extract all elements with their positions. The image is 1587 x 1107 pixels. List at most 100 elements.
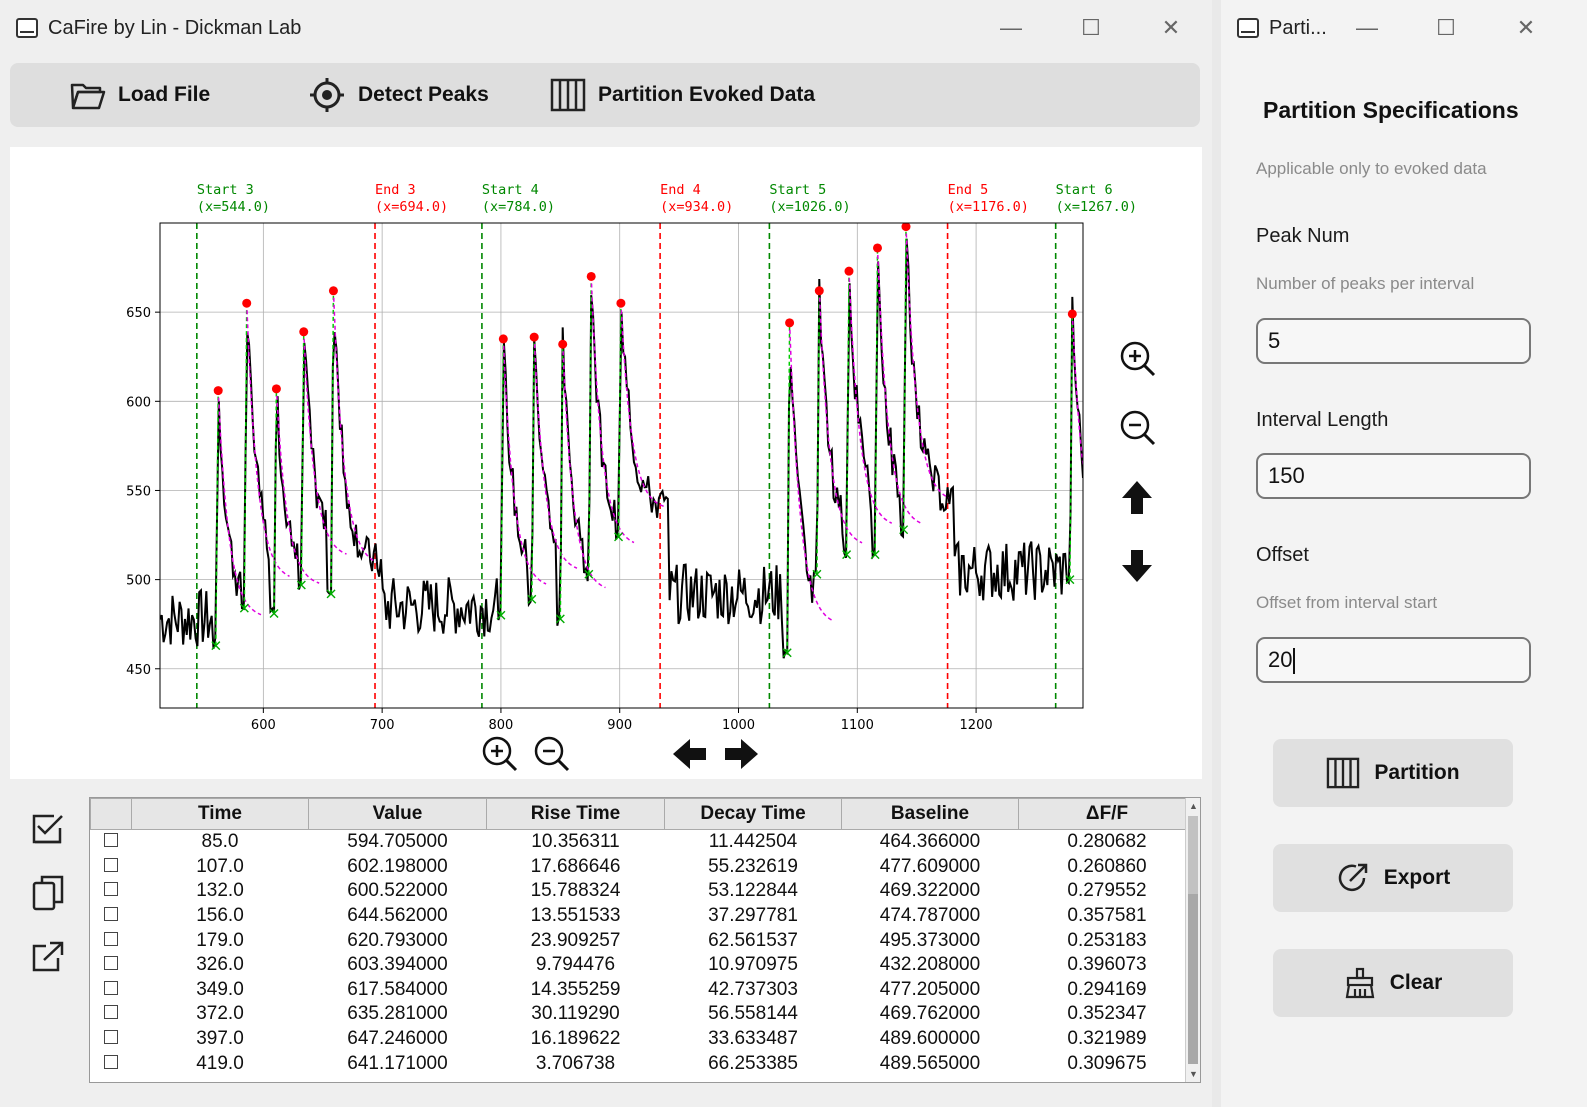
- zoom-in-icon[interactable]: [482, 736, 518, 772]
- row-checkbox[interactable]: [104, 907, 118, 922]
- x-tick-label: 1200: [960, 718, 993, 733]
- peak-num-help: Number of peaks per interval: [1256, 274, 1475, 293]
- results-table[interactable]: Time Value Rise Time Decay Time Baseline…: [89, 797, 1201, 1083]
- table-cell: 10.356311: [531, 831, 620, 853]
- start-marker-sublabel: (x=544.0): [197, 199, 270, 215]
- table-cell: 372.0: [196, 1003, 244, 1025]
- y-tick-label: 650: [126, 306, 151, 321]
- minimize-button[interactable]: —: [1352, 14, 1382, 42]
- table-cell: 16.189622: [530, 1028, 621, 1050]
- trace-group: [160, 223, 1083, 659]
- partition-titlebar[interactable]: Parti... — ☐ ✕: [1221, 0, 1587, 56]
- row-checkbox[interactable]: [104, 1030, 118, 1045]
- row-checkbox[interactable]: [104, 833, 118, 848]
- row-checkbox[interactable]: [104, 882, 118, 897]
- close-button[interactable]: ✕: [1511, 14, 1541, 42]
- table-cell: 469.762000: [879, 1003, 981, 1025]
- table-cell: 3.706738: [535, 1052, 616, 1074]
- table-cell: 10.970975: [708, 954, 798, 976]
- table-row[interactable]: 326.0 603.394000 9.794476 10.970975 432.2080…: [91, 953, 1196, 978]
- interval-length-input[interactable]: 150: [1256, 453, 1531, 499]
- zoom-in-icon[interactable]: [1120, 341, 1156, 377]
- maximize-button[interactable]: ☐: [1076, 14, 1106, 42]
- table-cell: 13.551533: [530, 905, 621, 927]
- table-cell: 349.0: [196, 978, 244, 1000]
- table-row[interactable]: 107.0 602.198000 17.686646 55.232619 477.609…: [91, 855, 1196, 880]
- select-all-button[interactable]: [30, 812, 66, 851]
- row-checkbox[interactable]: [104, 1005, 118, 1020]
- row-checkbox-cell: [91, 1027, 132, 1052]
- scrollbar-track[interactable]: [1188, 894, 1198, 1064]
- arrow-right-icon[interactable]: [725, 739, 758, 769]
- table-cell: 0.294169: [1067, 978, 1147, 1000]
- col-baseline[interactable]: Baseline: [841, 798, 1019, 830]
- row-checkbox[interactable]: [104, 956, 118, 971]
- partition-button[interactable]: Partition: [1273, 739, 1513, 807]
- offset-input[interactable]: 20: [1256, 637, 1531, 683]
- start-marker-label: Start 5: [769, 182, 826, 198]
- table-cell: 620.793000: [347, 929, 448, 951]
- table-row[interactable]: 419.0 641.171000 3.706738 66.253385 489.5650…: [91, 1051, 1196, 1076]
- close-button[interactable]: ✕: [1156, 14, 1186, 42]
- col-decay-time[interactable]: Decay Time: [664, 798, 842, 830]
- table-cell: 0.280682: [1067, 831, 1147, 853]
- open-external-button[interactable]: [30, 940, 66, 979]
- table-cell: 132.0: [196, 880, 244, 902]
- folder-icon: [70, 83, 106, 110]
- start-marker-label: Start 3: [197, 182, 254, 198]
- copy-button[interactable]: [30, 874, 66, 917]
- trace-chart[interactable]: 600 700 800 900 1000 1100 1200 450 500 550 600 650 S…: [10, 147, 1202, 779]
- interval-length-label: Interval Length: [1256, 409, 1389, 431]
- row-checkbox-cell: [91, 953, 132, 978]
- main-window: CaFire by Lin - Dickman Lab — ☐ ✕ Load F…: [0, 0, 1212, 1107]
- export-button[interactable]: Export: [1273, 844, 1513, 912]
- row-checkbox[interactable]: [104, 931, 118, 946]
- peak-point: [498, 334, 508, 344]
- decay-fit-curve: [1071, 313, 1083, 471]
- table-row[interactable]: 372.0 635.281000 30.119290 56.558144 469.762…: [91, 1002, 1196, 1027]
- table-row[interactable]: 132.0 600.522000 15.788324 53.122844 469.322…: [91, 879, 1196, 904]
- decay-fit-curve: [561, 344, 606, 589]
- scroll-down-arrow[interactable]: ▼: [1189, 1069, 1198, 1079]
- main-titlebar[interactable]: CaFire by Lin - Dickman Lab — ☐ ✕: [0, 0, 1212, 56]
- partition-evoked-button[interactable]: Partition Evoked Data: [550, 75, 815, 115]
- minimize-button[interactable]: —: [996, 14, 1026, 42]
- col-value[interactable]: Value: [308, 798, 487, 830]
- col-rise-time[interactable]: Rise Time: [486, 798, 665, 830]
- partition-button-label: Partition: [1374, 761, 1460, 784]
- maximize-button[interactable]: ☐: [1431, 14, 1461, 42]
- plot-area[interactable]: 600 700 800 900 1000 1100 1200 450 500 550 600 650 S…: [10, 147, 1202, 779]
- table-row[interactable]: 397.0 647.246000 16.189622 33.633487 489.600…: [91, 1027, 1196, 1052]
- zoom-out-icon[interactable]: [1120, 410, 1156, 446]
- row-checkbox[interactable]: [104, 1054, 118, 1069]
- peak-point: [616, 298, 626, 308]
- table-cell: 14.355259: [530, 978, 621, 1000]
- col-delta-f[interactable]: ΔF/F: [1018, 798, 1196, 830]
- row-checkbox[interactable]: [104, 980, 118, 995]
- arrow-up-icon[interactable]: [1122, 481, 1152, 514]
- col-select[interactable]: [90, 798, 132, 830]
- table-row[interactable]: 349.0 617.584000 14.355259 42.737303 477.205…: [91, 978, 1196, 1003]
- table-cell: 30.119290: [531, 1003, 620, 1025]
- row-checkbox[interactable]: [104, 857, 118, 872]
- col-time[interactable]: Time: [131, 798, 309, 830]
- peak-num-input[interactable]: 5: [1256, 318, 1531, 364]
- scroll-up-arrow[interactable]: ▲: [1189, 801, 1198, 811]
- table-row[interactable]: 85.0 594.705000 10.356311 11.442504 464.3660…: [91, 830, 1196, 855]
- detect-peaks-button[interactable]: Detect Peaks: [308, 75, 489, 115]
- zoom-out-icon[interactable]: [534, 736, 570, 772]
- table-cell: 326.0: [196, 954, 244, 976]
- arrow-left-icon[interactable]: [673, 739, 706, 769]
- table-cell: 0.279552: [1067, 880, 1147, 902]
- arrow-down-icon[interactable]: [1122, 550, 1152, 582]
- table-scrollbar[interactable]: ▲ ▼: [1185, 798, 1200, 1082]
- clear-button[interactable]: Clear: [1273, 949, 1513, 1017]
- table-row[interactable]: 156.0 644.562000 13.551533 37.297781 474.787…: [91, 904, 1196, 929]
- table-row[interactable]: 179.0 620.793000 23.909257 62.561537 495.373…: [91, 928, 1196, 953]
- scrollbar-thumb[interactable]: [1188, 816, 1198, 894]
- table-cell: 11.442504: [708, 831, 798, 853]
- row-checkbox-cell: [91, 928, 132, 953]
- load-file-button[interactable]: Load File: [70, 75, 210, 115]
- start-marker-sublabel: (x=784.0): [482, 199, 555, 215]
- start-marker-label: Start 6: [1056, 182, 1113, 198]
